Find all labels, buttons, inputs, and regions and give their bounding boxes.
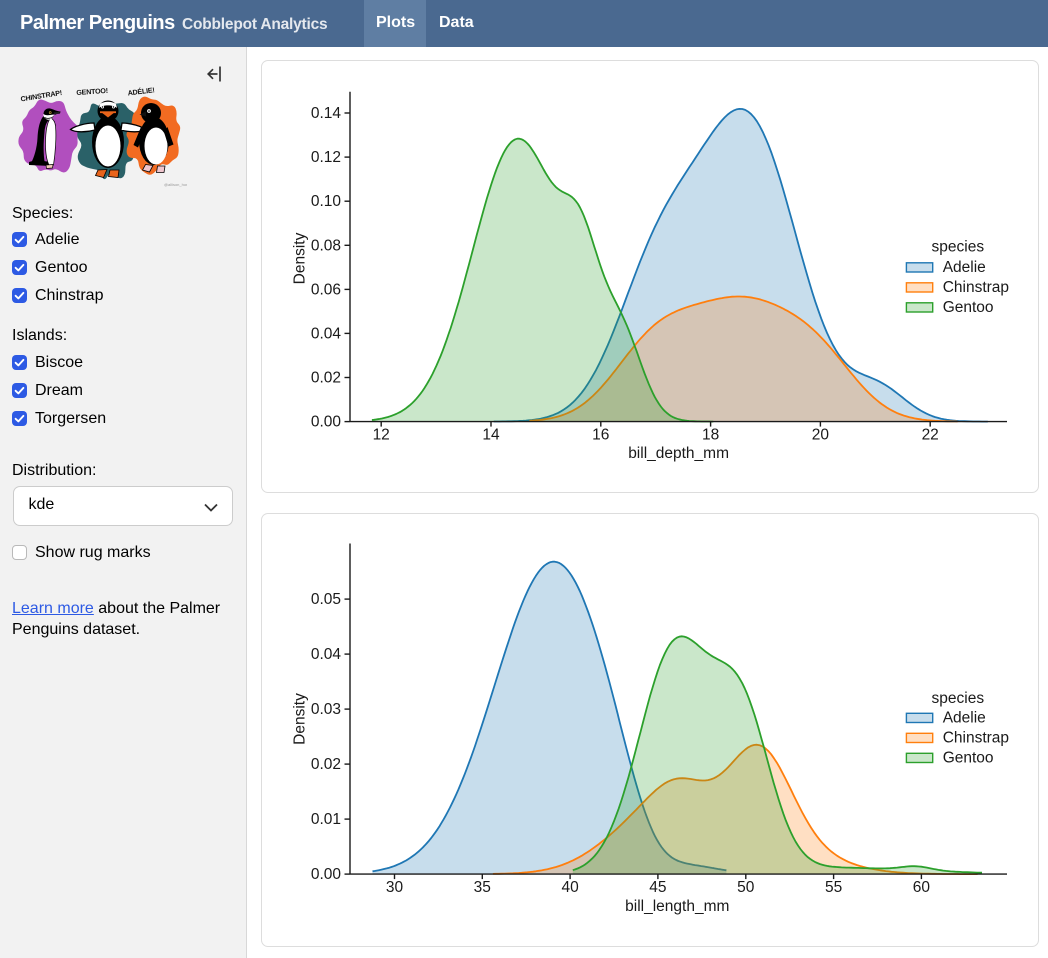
svg-text:GENTOO!: GENTOO!	[76, 87, 108, 97]
svg-text:@allison_horst: @allison_horst	[164, 182, 187, 187]
svg-text:ADÉLIE!: ADÉLIE!	[127, 85, 155, 97]
